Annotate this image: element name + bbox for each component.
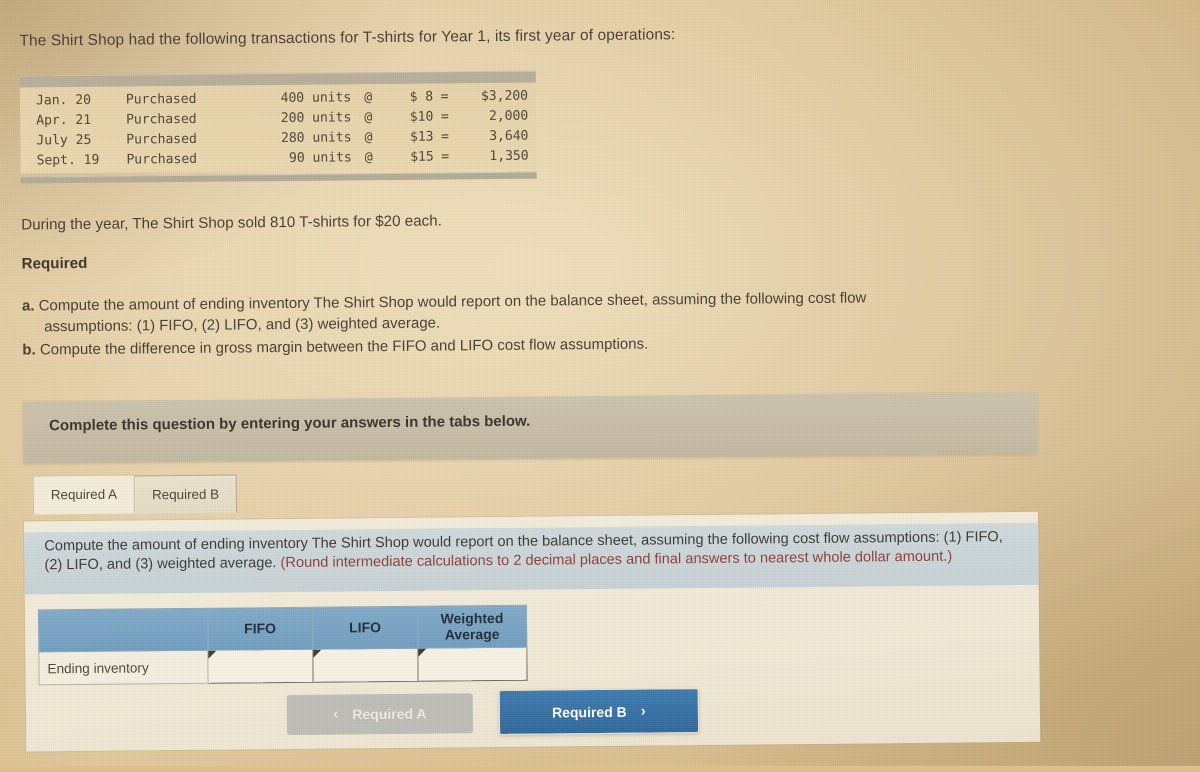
answer-table-header-row: FIFO LIFO Weighted Average xyxy=(38,605,527,653)
transaction-at-symbol: @ xyxy=(364,110,373,126)
transaction-at-symbol: @ xyxy=(364,149,373,165)
transactions-rows: Jan. 20 Purchased 400 units @ $ 8 = $3,2… xyxy=(20,87,537,171)
requirement-b-label: b. xyxy=(22,341,36,359)
instruction-banner: Complete this question by entering your … xyxy=(22,391,1038,464)
next-button-label: Required B xyxy=(551,703,627,720)
tab-required-a-label: Required A xyxy=(50,486,118,503)
previous-required-a-button[interactable]: ‹ Required A xyxy=(286,692,474,735)
requirement-a-label: a. xyxy=(21,297,35,315)
answer-row-label: Ending inventory xyxy=(38,650,209,686)
chevron-left-icon: ‹ xyxy=(333,705,339,723)
transaction-units: 280 units xyxy=(280,130,352,147)
transaction-date: July 25 xyxy=(36,132,92,149)
transaction-unit-price: $ 8 xyxy=(409,89,434,106)
answer-header-blank xyxy=(38,608,208,653)
previous-button-label: Required A xyxy=(352,705,427,722)
transactions-table-body: Jan. 20 Purchased 400 units @ $ 8 = $3,2… xyxy=(19,82,537,174)
transaction-equals: = xyxy=(440,129,449,145)
next-required-b-button[interactable]: Required B › xyxy=(498,688,700,735)
transaction-units: 90 units xyxy=(288,150,352,166)
cell-marker-icon xyxy=(418,649,427,658)
requirement-tabs: Required A Required B xyxy=(32,473,238,515)
answer-grid: FIFO LIFO Weighted Average Ending invent… xyxy=(38,605,528,686)
transaction-equals: = xyxy=(441,149,450,165)
tab-required-b-label: Required B xyxy=(151,486,220,503)
tab-required-b[interactable]: Required B xyxy=(133,474,238,514)
transaction-equals: = xyxy=(440,109,449,125)
transactions-table-bottom-bar xyxy=(20,171,537,184)
transaction-unit-price: $13 xyxy=(409,129,434,145)
chevron-right-icon: › xyxy=(640,702,646,720)
transaction-at-symbol: @ xyxy=(364,90,373,106)
answer-header-fifo: FIFO xyxy=(207,607,313,651)
transaction-units: 400 units xyxy=(280,90,352,107)
transaction-action: Purchased xyxy=(126,151,198,168)
answer-header-lifo: LIFO xyxy=(312,606,418,650)
question-text-rounding-note: (Round intermediate calculations to 2 de… xyxy=(280,549,953,572)
transaction-total: $3,200 xyxy=(480,89,529,105)
transaction-action: Purchased xyxy=(125,92,197,108)
cell-marker-icon xyxy=(313,650,322,659)
transaction-date: Jan. 20 xyxy=(35,93,91,109)
table-row: Ending inventory xyxy=(38,647,528,686)
ending-inventory-fifo-input[interactable] xyxy=(207,649,314,684)
problem-intro-text: The Shirt Shop had the following transac… xyxy=(19,26,676,50)
tab-required-a[interactable]: Required A xyxy=(32,474,136,515)
transaction-total: 2,000 xyxy=(488,108,529,125)
transaction-units: 200 units xyxy=(280,110,352,127)
transaction-date: Sept. 19 xyxy=(36,152,100,169)
transaction-total: 3,640 xyxy=(489,128,529,145)
answer-header-weighted-average: Weighted Average xyxy=(417,605,527,649)
ending-inventory-weighted-average-input[interactable] xyxy=(417,647,528,682)
transaction-equals: = xyxy=(440,89,449,105)
transaction-total: 1,350 xyxy=(489,148,529,164)
transaction-action: Purchased xyxy=(126,131,197,148)
transaction-date: Apr. 21 xyxy=(36,113,92,129)
instruction-banner-text: Complete this question by entering your … xyxy=(49,412,531,435)
table-row: Sept. 19 Purchased 90 units @ $15 = 1,35… xyxy=(20,146,536,171)
transactions-table: Jan. 20 Purchased 400 units @ $ 8 = $3,2… xyxy=(19,70,537,184)
ending-inventory-lifo-input[interactable] xyxy=(312,648,419,683)
requirements-list: a. Compute the amount of ending inventor… xyxy=(22,285,1123,361)
units-sold-text: During the year, The Shirt Shop sold 810… xyxy=(21,212,442,234)
tab-navigation: ‹ Required A Required B › xyxy=(286,688,700,737)
worksheet-sheet: The Shirt Shop had the following transac… xyxy=(0,0,1200,772)
transaction-action: Purchased xyxy=(125,112,197,128)
transaction-unit-price: $10 xyxy=(409,109,434,125)
transaction-unit-price: $15 xyxy=(410,149,434,165)
cell-marker-icon xyxy=(208,651,217,660)
requirement-b-text: Compute the difference in gross margin b… xyxy=(39,335,649,358)
transaction-at-symbol: @ xyxy=(364,130,373,146)
required-heading: Required xyxy=(21,254,88,273)
